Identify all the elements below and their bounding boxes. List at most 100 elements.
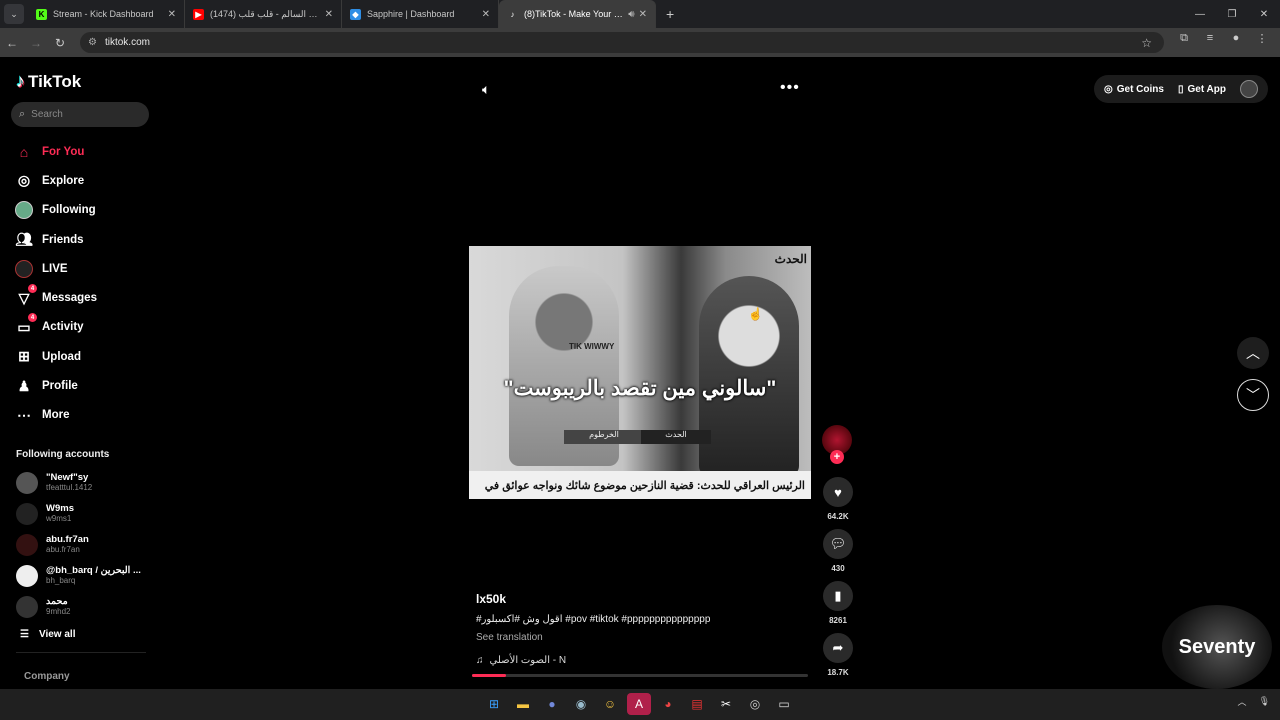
sidebar-item-following[interactable]: Following	[14, 196, 97, 225]
app-news-icon[interactable]: ▤	[685, 693, 709, 715]
sidebar-item-more[interactable]: ⋯ More	[14, 401, 97, 430]
music-link[interactable]: ♫ الصوت الأصلي - N	[476, 655, 816, 666]
sidebar-item-messages[interactable]: ▽ 4 Messages	[14, 283, 97, 312]
following-account[interactable]: محمد 9mhd2	[16, 591, 141, 622]
video-meta: lx50k #اقول وش #اكسبلور #pov #tiktok #pp…	[476, 592, 816, 666]
phone-icon: ▯	[1177, 83, 1184, 95]
address-bar: ← → ↻ ⚙︎ tiktok.com ☆ ⧉ ≡ ● ⋮	[0, 28, 1280, 57]
chrome-icon[interactable]: ◕	[656, 693, 680, 715]
extensions-icon[interactable]: ⧉	[1174, 32, 1194, 45]
avatar	[16, 595, 38, 618]
next-video-button[interactable]: ﹀	[1237, 379, 1269, 411]
steam-icon[interactable]: ◉	[569, 693, 593, 715]
chevron-up-icon: ︿	[1246, 345, 1260, 361]
share-button[interactable]: ➦ 18.7K	[822, 633, 854, 677]
sidebar-item-for-you[interactable]: ⌂ For You	[14, 137, 97, 166]
account-username: tfeatttul.1412	[46, 483, 93, 492]
minimize-icon[interactable]: —	[1184, 9, 1216, 20]
sidebar-item-label: For You	[42, 145, 85, 158]
sidebar-nav: ⌂ For You ◎ Explore Following 👥︎ Friends…	[14, 137, 97, 430]
sidebar-divider	[16, 652, 146, 653]
previous-video-button[interactable]: ︿	[1237, 337, 1269, 369]
site-info-icon[interactable]: ⚙︎	[88, 37, 97, 48]
sidebar-item-profile[interactable]: ♟ Profile	[14, 371, 97, 400]
following-avatar-icon	[14, 200, 34, 220]
like-button[interactable]: ♥ 64.2K	[822, 477, 854, 521]
sidebar-item-label: Friends	[42, 233, 84, 246]
audio-icon[interactable]: 🔊︎	[628, 9, 634, 20]
new-tab-button[interactable]: +	[666, 6, 674, 22]
sidebar-item-explore[interactable]: ◎ Explore	[14, 166, 97, 195]
close-icon[interactable]: ✕	[482, 9, 490, 20]
company-link[interactable]: Company	[24, 671, 70, 682]
following-account[interactable]: abu.fr7an abu.fr7an	[16, 529, 141, 560]
tab-youtube[interactable]: ▶ محمد السالم - قلب قلب (1474) ✕	[185, 0, 342, 28]
avatar	[16, 471, 38, 494]
window-controls: — ❐ ✕	[1184, 0, 1280, 28]
capcut-icon[interactable]: ✂	[714, 693, 738, 715]
sidebar-item-activity[interactable]: ▭ 4 Activity	[14, 313, 97, 342]
back-icon[interactable]: ←	[0, 36, 24, 50]
sidebar-item-live[interactable]: LIVE	[14, 254, 97, 283]
video-progress-bar[interactable]	[472, 674, 808, 677]
account-name: محمد	[46, 596, 68, 607]
obs-icon[interactable]: ◎	[743, 693, 767, 715]
tab-title: (8)TikTok - Make Your Day	[524, 9, 625, 19]
close-window-icon[interactable]: ✕	[1248, 9, 1280, 20]
tab-kick[interactable]: K Stream - Kick Dashboard ✕	[28, 0, 185, 28]
get-app-button[interactable]: ▯ Get App	[1178, 84, 1226, 95]
tab-sapphire[interactable]: ◆ Sapphire | Dashboard ✕	[342, 0, 499, 28]
account-name: abu.fr7an	[46, 534, 89, 545]
messages-badge: 4	[28, 284, 37, 294]
close-icon[interactable]: ✕	[168, 9, 176, 20]
windows-start-icon[interactable]: ⊞	[482, 693, 506, 715]
search-input[interactable]: ⌕ Search	[11, 102, 149, 127]
music-title: الصوت الأصلي - N	[489, 655, 567, 666]
following-account[interactable]: @bh_barq / البحرين ... bh_barq	[16, 560, 141, 591]
sidebar-item-friends[interactable]: 👥︎ Friends	[14, 225, 97, 254]
discord-icon[interactable]: ●	[540, 693, 564, 715]
bookmark-star-icon[interactable]: ☆	[1141, 36, 1152, 50]
following-account[interactable]: "Newf"sy tfeatttul.1412	[16, 467, 141, 498]
app-a-icon[interactable]: A	[627, 693, 651, 715]
profile-icon[interactable]: ●	[1226, 32, 1246, 45]
file-explorer-icon[interactable]: ▬	[511, 693, 535, 715]
tray-chevron-icon[interactable]: ︿	[1238, 695, 1247, 708]
video-author[interactable]: lx50k	[476, 592, 816, 606]
tab-search-button[interactable]: ⌄	[4, 4, 24, 24]
notepad-icon[interactable]: ▭	[772, 693, 796, 715]
close-icon[interactable]: ✕	[639, 9, 647, 20]
tiktok-icon: ♪	[510, 9, 515, 19]
messages-icon: ▽ 4	[14, 284, 37, 308]
save-button[interactable]: ▮ 8261	[822, 581, 854, 625]
creator-avatar[interactable]: +	[822, 425, 852, 464]
url-field[interactable]: ⚙︎ tiktok.com ☆	[80, 32, 1164, 53]
friends-icon: 👥︎	[15, 231, 33, 248]
maximize-icon[interactable]: ❐	[1216, 9, 1248, 20]
see-translation-link[interactable]: See translation	[476, 632, 816, 643]
follow-plus-icon[interactable]: +	[830, 450, 844, 464]
more-options-icon[interactable]: •••	[780, 79, 800, 97]
comment-button[interactable]: 💬︎ 430	[822, 529, 854, 573]
emoji-app-icon[interactable]: ☺	[598, 693, 622, 715]
video-player[interactable]: الحدث TIK WIWWY "سالوني مين تقصد بالريبو…	[469, 246, 811, 499]
reload-icon[interactable]: ↻	[48, 36, 72, 50]
chevron-down-icon: ﹀	[1246, 387, 1260, 403]
microphone-icon[interactable]: 🎙︎	[1259, 696, 1270, 707]
browser-menu-icon[interactable]: ⋮	[1252, 32, 1272, 45]
video-caption: "سالوني مين تقصد بالريبوست"	[503, 377, 777, 400]
view-all-button[interactable]: ☰ View all	[20, 629, 75, 640]
media-icon[interactable]: ≡	[1200, 32, 1220, 45]
tiktok-logo[interactable]: ♪ TikTok	[16, 71, 81, 92]
forward-icon[interactable]: →	[24, 36, 48, 50]
volume-icon[interactable]: 🔈︎	[482, 81, 490, 98]
user-avatar[interactable]	[1240, 80, 1258, 98]
get-coins-button[interactable]: ◎ Get Coins	[1104, 84, 1164, 95]
activity-badge: 4	[28, 313, 37, 323]
following-account[interactable]: W9ms w9ms1	[16, 498, 141, 529]
tiktok-note-icon: ♪	[16, 71, 25, 91]
sidebar-item-upload[interactable]: ⊞ Upload	[14, 342, 97, 371]
profile-icon: ♟	[17, 377, 31, 394]
tab-tiktok[interactable]: ♪ (8)TikTok - Make Your Day 🔊︎ ✕	[499, 0, 656, 28]
close-icon[interactable]: ✕	[325, 9, 333, 20]
